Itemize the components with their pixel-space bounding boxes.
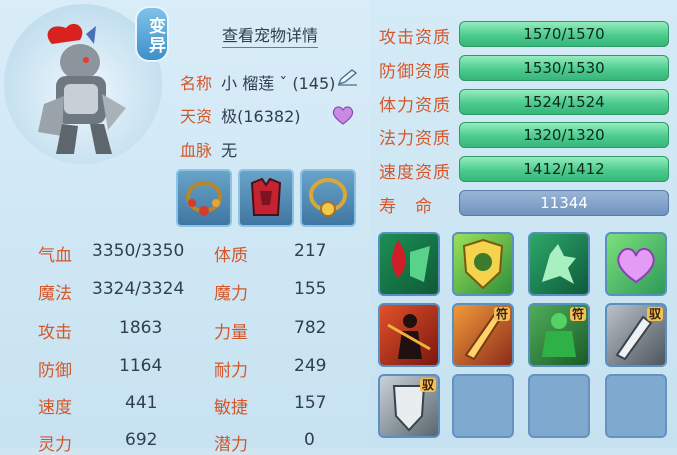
qualification-speed: 速度资质 1412/1412: [379, 156, 671, 184]
qualification-label: 攻击资质: [379, 28, 451, 48]
stat-value: 155: [294, 279, 327, 299]
stat-label: 攻击: [38, 323, 72, 343]
qualification-label: 法力资质: [379, 129, 451, 149]
stat-value: 217: [294, 241, 327, 261]
skill-tag: 驭: [646, 307, 663, 321]
skill-slot-7[interactable]: 符: [528, 303, 590, 367]
stat-label: 力量: [214, 323, 248, 343]
stat-speed: 速度 441: [38, 393, 157, 418]
qualification-bar: 1530/1530: [459, 55, 669, 81]
stat-value: 692: [125, 430, 158, 450]
lifespan-bar: 11344: [459, 190, 669, 216]
qualification-mana: 法力资质 1320/1320: [379, 122, 671, 150]
stat-strength: 力量 782: [214, 318, 326, 343]
stat-magic-power: 魔力 155: [214, 279, 326, 304]
skill-slot-8[interactable]: 驭: [605, 303, 667, 367]
stat-attack: 攻击 1863: [38, 318, 162, 343]
skill-tag: 符: [493, 307, 510, 321]
stat-agility: 敏捷 157: [214, 393, 326, 418]
view-pet-details-link[interactable]: 查看宠物详情: [222, 22, 319, 48]
qualification-bar: 1320/1320: [459, 122, 669, 148]
skill-slot-empty[interactable]: [452, 374, 514, 438]
stat-value: 1863: [119, 318, 163, 338]
necklace-gold-icon: [309, 178, 347, 217]
bloodline-label: 血脉: [180, 141, 213, 160]
qualification-defense: 防御资质 1530/1530: [379, 55, 671, 83]
skill-tag: 符: [569, 307, 586, 321]
stat-constitution: 体质 217: [214, 241, 326, 266]
qualification-attack: 攻击资质 1570/1570: [379, 21, 671, 49]
shadow-assassin-skill-icon: [387, 314, 431, 359]
stat-label: 耐力: [214, 361, 248, 381]
stat-hp: 气血 3350/3350: [38, 241, 184, 266]
skill-slot-1[interactable]: [378, 232, 440, 296]
stat-value: 249: [294, 356, 327, 376]
blood-drain-skill-icon: [392, 240, 430, 282]
stat-value: 157: [294, 393, 327, 413]
name-label: 名称: [180, 74, 213, 93]
stat-mp: 魔法 3324/3324: [38, 279, 184, 304]
qualification-label: 寿 命: [379, 197, 433, 217]
stat-endurance: 耐力 249: [214, 356, 326, 381]
talent-value: 极(16382): [221, 107, 301, 126]
skill-slot-6[interactable]: 符: [452, 303, 514, 367]
qualification-stamina: 体力资质 1524/1524: [379, 89, 671, 117]
stat-label: 气血: [38, 246, 72, 266]
stat-label: 魔法: [38, 284, 72, 304]
equipment-slot-1[interactable]: [176, 169, 232, 227]
edit-name-icon[interactable]: [337, 68, 359, 86]
pet-bloodline-row: 血脉 无: [180, 137, 237, 161]
qualification-label: 防御资质: [379, 62, 451, 82]
stat-label: 体质: [214, 246, 248, 266]
stat-label: 灵力: [38, 435, 72, 455]
stat-potential: 潜力 0: [214, 430, 315, 455]
skill-slot-2[interactable]: [452, 232, 514, 296]
skill-slot-empty[interactable]: [605, 374, 667, 438]
purple-heart-skill-icon: [617, 248, 655, 284]
qualification-bar: 1570/1570: [459, 21, 669, 47]
skill-slot-3[interactable]: [528, 232, 590, 296]
stat-defense: 防御 1164: [38, 356, 162, 381]
stat-label: 魔力: [214, 284, 248, 304]
qualification-lifespan: 寿 命 11344: [379, 190, 671, 218]
pet-name-value: 小 榴莲 ˇ (145): [221, 74, 336, 93]
skill-slot-empty[interactable]: [528, 374, 590, 438]
qualification-bar: 1412/1412: [459, 156, 669, 182]
qualification-bar: 1524/1524: [459, 89, 669, 115]
necklace-red-icon: [186, 181, 222, 216]
stat-value: 782: [294, 318, 327, 338]
mutation-badge: 变异: [135, 6, 169, 62]
stat-value: 1164: [119, 356, 163, 376]
qualification-label: 速度资质: [379, 163, 451, 183]
qualification-label: 体力资质: [379, 96, 451, 116]
stat-value: 441: [125, 393, 158, 413]
pet-talent-row: 天资 极(16382): [180, 103, 301, 127]
pet-name-row: 名称 小 榴莲 ˇ (145): [180, 70, 335, 94]
stat-label: 速度: [38, 398, 72, 418]
skill-slot-5[interactable]: [378, 303, 440, 367]
equipment-slot-2[interactable]: [238, 169, 294, 227]
heart-icon[interactable]: [331, 104, 355, 126]
stat-label: 敏捷: [214, 398, 248, 418]
stat-value: 0: [304, 430, 315, 450]
shield-emblem-skill-icon: [462, 238, 504, 290]
talent-label: 天资: [180, 107, 213, 126]
equipment-slot-3[interactable]: [300, 169, 356, 227]
skill-slot-9[interactable]: 驭: [378, 374, 440, 438]
stat-value: 3350/3350: [92, 241, 185, 261]
skill-tag: 驭: [419, 378, 436, 392]
stat-label: 潜力: [214, 435, 248, 455]
armor-red-icon: [250, 177, 282, 216]
green-beast-skill-icon: [542, 244, 576, 284]
skill-slot-4[interactable]: [605, 232, 667, 296]
stat-value: 3324/3324: [92, 279, 185, 299]
stat-spirit: 灵力 692: [38, 430, 157, 455]
bloodline-value: 无: [221, 141, 238, 160]
stat-label: 防御: [38, 361, 72, 381]
